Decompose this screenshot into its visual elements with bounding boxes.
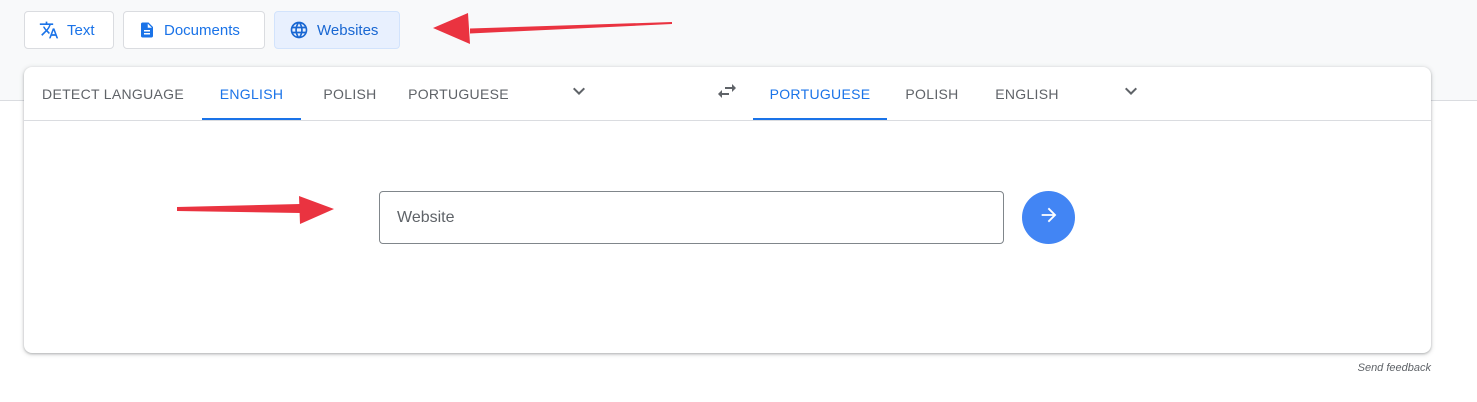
tab-source-portuguese[interactable]: PORTUGUESE [399, 67, 518, 120]
source-more-languages-button[interactable] [561, 75, 597, 111]
tab-target-polish[interactable]: POLISH [887, 67, 977, 120]
arrow-right-icon [1038, 204, 1060, 231]
tab-source-detect-language[interactable]: DETECT LANGUAGE [24, 67, 202, 120]
chevron-down-icon [1119, 79, 1143, 108]
target-more-languages-button[interactable] [1113, 75, 1149, 111]
websites-mode-label: Websites [317, 21, 379, 39]
tab-target-english[interactable]: ENGLISH [977, 67, 1077, 120]
swap-icon [715, 79, 739, 108]
websites-mode-button[interactable]: Websites [274, 11, 400, 49]
chevron-down-icon [567, 79, 591, 108]
tab-source-english[interactable]: ENGLISH [202, 67, 301, 120]
documents-mode-button[interactable]: Documents [123, 11, 265, 49]
tab-target-portuguese[interactable]: PORTUGUESE [753, 67, 887, 120]
website-url-input[interactable] [379, 191, 1004, 244]
documents-mode-label: Documents [164, 21, 240, 39]
send-feedback-link[interactable]: Send feedback [1358, 362, 1431, 374]
language-bar: DETECT LANGUAGE ENGLISH POLISH PORTUGUES… [24, 67, 1431, 121]
swap-languages-button[interactable] [709, 75, 745, 111]
tab-source-polish[interactable]: POLISH [301, 67, 399, 120]
text-mode-label: Text [67, 21, 95, 39]
translate-website-button[interactable] [1022, 191, 1075, 244]
document-icon [138, 20, 156, 40]
translate-icon [39, 20, 59, 40]
translation-card: DETECT LANGUAGE ENGLISH POLISH PORTUGUES… [24, 67, 1431, 353]
globe-icon [289, 20, 309, 40]
text-mode-button[interactable]: Text [24, 11, 114, 49]
